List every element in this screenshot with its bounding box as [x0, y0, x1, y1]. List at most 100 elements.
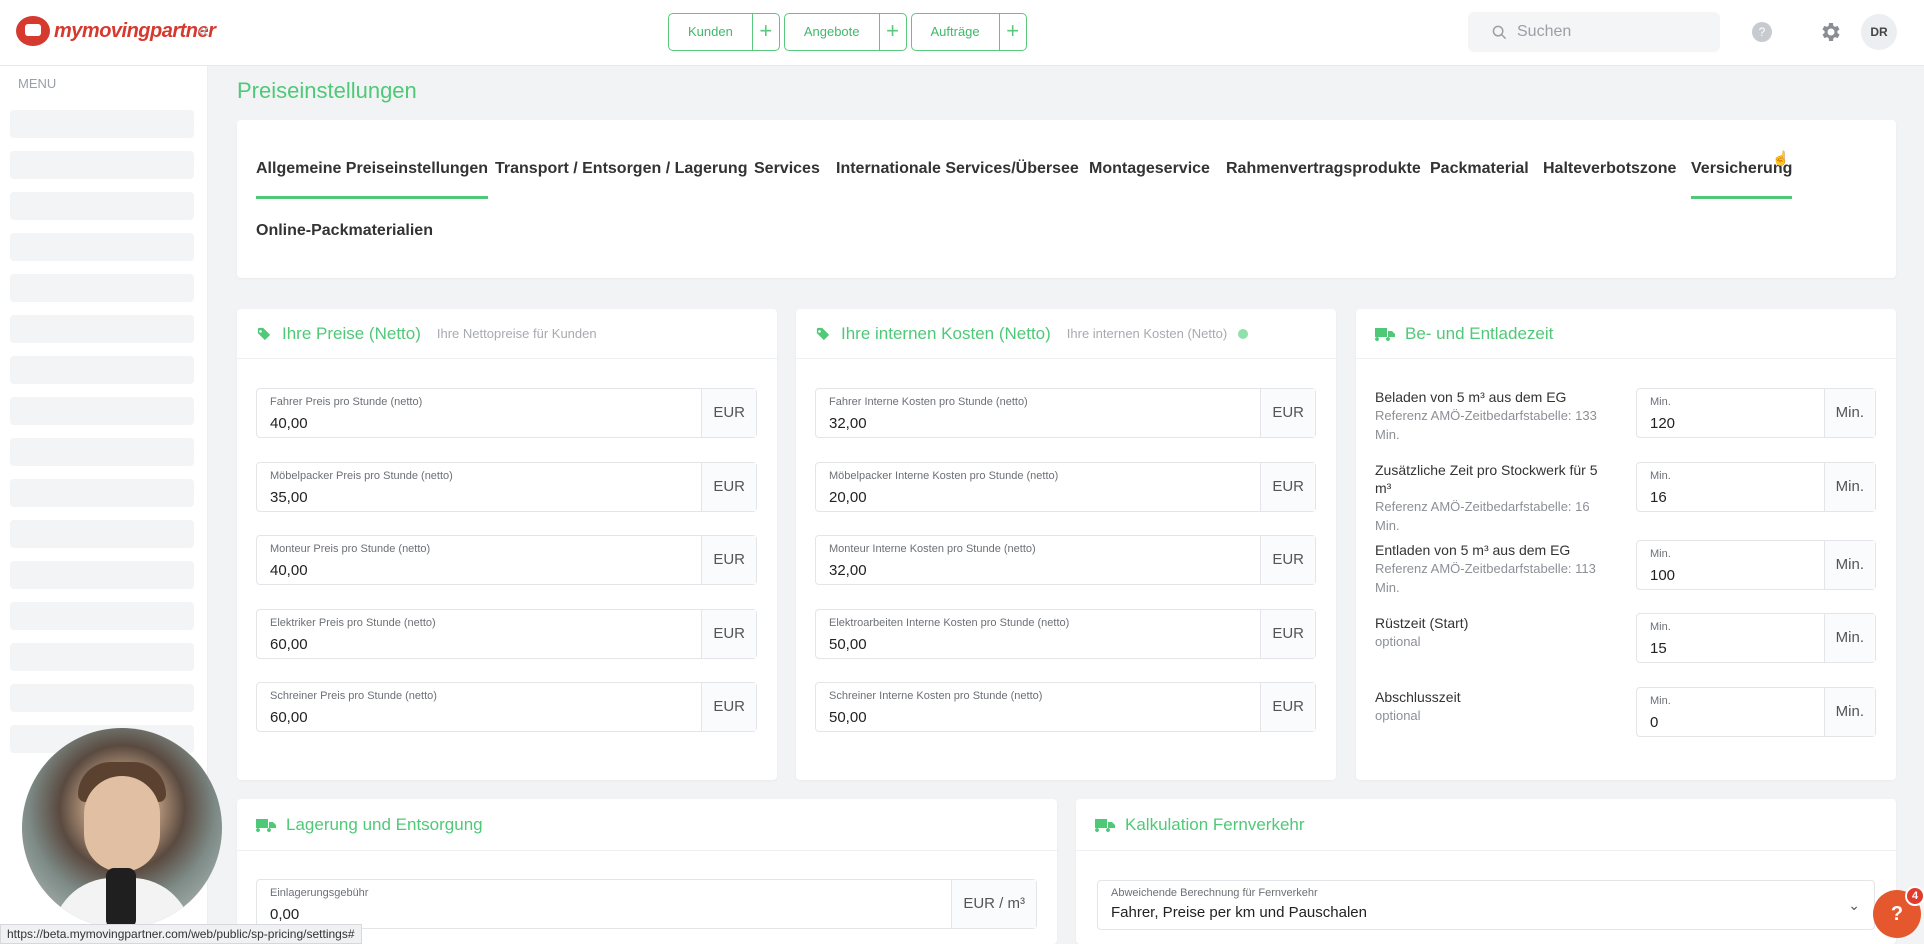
- field-value[interactable]: 35,00: [270, 489, 688, 506]
- loading-field-ruestzeit[interactable]: Min. 15 Min.: [1636, 613, 1876, 663]
- field-value[interactable]: 50,00: [829, 636, 1247, 653]
- loading-field-entladen[interactable]: Min. 100 Min.: [1636, 540, 1876, 590]
- chat-help-button[interactable]: ? 4: [1873, 886, 1924, 938]
- sidebar-item-placeholder[interactable]: [10, 233, 194, 261]
- sidebar-item-placeholder[interactable]: [10, 151, 194, 179]
- help-icon[interactable]: ?: [1752, 22, 1772, 42]
- price-tag-icon: [816, 327, 830, 340]
- select-label: Abweichende Berechnung für Fernverkehr: [1111, 887, 1318, 899]
- add-auftrag-icon[interactable]: +: [998, 14, 1026, 50]
- collapse-sidebar-icon[interactable]: «: [198, 20, 209, 43]
- price-field-elektriker[interactable]: Elektriker Preis pro Stunde (netto) 60,00…: [256, 609, 757, 659]
- cost-field-fahrer[interactable]: Fahrer Interne Kosten pro Stunde (netto)…: [815, 388, 1316, 438]
- nav-angebote-button[interactable]: Angebote: [785, 14, 879, 50]
- price-tag-icon: [257, 327, 271, 340]
- nav-auftraege-button[interactable]: Aufträge: [912, 14, 999, 50]
- card-header: Ihre internen Kosten (Netto) Ihre intern…: [796, 309, 1336, 359]
- field-value[interactable]: 120: [1650, 415, 1811, 432]
- field-value[interactable]: 15: [1650, 640, 1811, 657]
- field-unit: EUR: [701, 389, 756, 437]
- loading-row-label: Rüstzeit (Start) optional: [1375, 614, 1615, 651]
- field-value[interactable]: 32,00: [829, 562, 1247, 579]
- sidebar-item-placeholder[interactable]: [10, 479, 194, 507]
- truck-icon: [1095, 818, 1115, 832]
- cost-field-elektroarbeiten[interactable]: Elektroarbeiten Interne Kosten pro Stund…: [815, 609, 1316, 659]
- add-kunde-icon[interactable]: +: [751, 14, 779, 50]
- field-value[interactable]: 60,00: [270, 709, 688, 726]
- sidebar-item-placeholder[interactable]: [10, 602, 194, 630]
- card-lagerung-entsorgung: Lagerung und Entsorgung Einlagerungsgebü…: [237, 799, 1057, 944]
- sidebar-item-placeholder[interactable]: [10, 274, 194, 302]
- sidebar-item-placeholder[interactable]: [10, 684, 194, 712]
- cost-field-moebelpacker[interactable]: Möbelpacker Interne Kosten pro Stunde (n…: [815, 462, 1316, 512]
- search-input[interactable]: Suchen: [1468, 12, 1720, 52]
- sidebar-item-placeholder[interactable]: [10, 110, 194, 138]
- sidebar-item-placeholder[interactable]: [10, 643, 194, 671]
- sidebar-item-placeholder[interactable]: [10, 397, 194, 425]
- field-value[interactable]: 40,00: [270, 415, 688, 432]
- loading-field-beladen[interactable]: Min. 120 Min.: [1636, 388, 1876, 438]
- card-ihre-preise: Ihre Preise (Netto) Ihre Nettopreise für…: [237, 309, 777, 780]
- field-value[interactable]: 60,00: [270, 636, 688, 653]
- webcam-overlay: [22, 728, 222, 928]
- page-title: Preiseinstellungen: [237, 78, 417, 103]
- field-label: Elektroarbeiten Interne Kosten pro Stund…: [829, 617, 1070, 629]
- card-title: Ihre Preise (Netto): [282, 323, 421, 343]
- card-interne-kosten: Ihre internen Kosten (Netto) Ihre intern…: [796, 309, 1336, 780]
- field-value[interactable]: 0,00: [270, 906, 938, 923]
- chevron-down-icon: ⌄: [1848, 897, 1860, 913]
- field-label: Elektriker Preis pro Stunde (netto): [270, 617, 436, 629]
- sidebar-item-placeholder[interactable]: [10, 192, 194, 220]
- sidebar-item-placeholder[interactable]: [10, 438, 194, 466]
- field-value[interactable]: 100: [1650, 567, 1811, 584]
- tab-montageservice[interactable]: Montageservice: [1089, 160, 1210, 196]
- user-avatar[interactable]: DR: [1861, 14, 1897, 50]
- cost-field-schreiner[interactable]: Schreiner Interne Kosten pro Stunde (net…: [815, 682, 1316, 732]
- info-icon[interactable]: [1237, 328, 1249, 340]
- field-value[interactable]: 40,00: [270, 562, 688, 579]
- field-value[interactable]: 16: [1650, 489, 1811, 506]
- price-field-moebelpacker[interactable]: Möbelpacker Preis pro Stunde (netto) 35,0…: [256, 462, 757, 512]
- tab-packmaterial[interactable]: Packmaterial: [1430, 160, 1529, 196]
- field-label: Min.: [1650, 548, 1671, 560]
- field-unit: EUR: [1260, 463, 1315, 511]
- tab-services[interactable]: Services: [754, 160, 820, 196]
- price-field-schreiner[interactable]: Schreiner Preis pro Stunde (netto) 60,00 …: [256, 682, 757, 732]
- tab-online-packmaterialien[interactable]: Online-Packmaterialien: [256, 222, 433, 258]
- field-value[interactable]: 20,00: [829, 489, 1247, 506]
- sidebar-item-placeholder[interactable]: [10, 356, 194, 384]
- cost-field-monteur[interactable]: Monteur Interne Kosten pro Stunde (netto…: [815, 535, 1316, 585]
- field-unit: Min.: [1823, 463, 1875, 511]
- field-label: Monteur Interne Kosten pro Stunde (netto…: [829, 543, 1036, 555]
- sidebar-menu-label: MENU: [18, 76, 57, 91]
- price-field-fahrer[interactable]: Fahrer Preis pro Stunde (netto) 40,00 EUR: [256, 388, 757, 438]
- tab-transport-entsorgen-lagerung[interactable]: Transport / Entsorgen / Lagerung: [495, 160, 747, 196]
- card-header: Lagerung und Entsorgung: [237, 799, 1057, 851]
- card-header: Ihre Preise (Netto) Ihre Nettopreise für…: [237, 309, 777, 359]
- field-unit: Min.: [1823, 614, 1875, 662]
- fernverkehr-select[interactable]: Abweichende Berechnung für Fernverkehr F…: [1097, 880, 1875, 930]
- loading-field-abschlusszeit[interactable]: Min. 0 Min.: [1636, 687, 1876, 737]
- tab-rahmenvertragsprodukte[interactable]: Rahmenvertragsprodukte: [1226, 160, 1421, 196]
- tab-allgemeine-preiseinstellungen[interactable]: Allgemeine Preiseinstellungen: [256, 160, 489, 199]
- truck-icon: [256, 818, 276, 832]
- gear-icon[interactable]: [1819, 20, 1843, 44]
- price-field-monteur[interactable]: Monteur Preis pro Stunde (netto) 40,00 EU…: [256, 535, 757, 585]
- storage-field-einlagerungsgebuehr[interactable]: Einlagerungsgebühr 0,00 EUR / m³: [256, 879, 1037, 929]
- card-subtitle: Ihre Nettopreise für Kunden: [436, 326, 597, 341]
- tab-internationale-services[interactable]: Internationale Services/Übersee: [836, 160, 1079, 196]
- loading-row-reference: Referenz AMÖ-Zeitbedarfstabelle: 133 Min…: [1375, 408, 1597, 442]
- field-value[interactable]: 50,00: [829, 709, 1247, 726]
- sidebar-item-placeholder[interactable]: [10, 520, 194, 548]
- sidebar-item-placeholder[interactable]: [10, 561, 194, 589]
- loading-field-stockwerk[interactable]: Min. 16 Min.: [1636, 462, 1876, 512]
- nav-kunden-button[interactable]: Kunden: [669, 14, 752, 50]
- field-value[interactable]: 0: [1650, 714, 1811, 731]
- sidebar-item-placeholder[interactable]: [10, 315, 194, 343]
- loading-row-reference: optional: [1375, 708, 1421, 723]
- loading-row-label: Zusätzliche Zeit pro Stockwerk für 5 m³ R…: [1375, 461, 1615, 535]
- field-value[interactable]: 32,00: [829, 415, 1247, 432]
- brand-logo[interactable]: mymovingpartner: [16, 16, 216, 46]
- tab-halteverbotszone[interactable]: Halteverbotszone: [1543, 160, 1676, 196]
- add-angebot-icon[interactable]: +: [878, 14, 906, 50]
